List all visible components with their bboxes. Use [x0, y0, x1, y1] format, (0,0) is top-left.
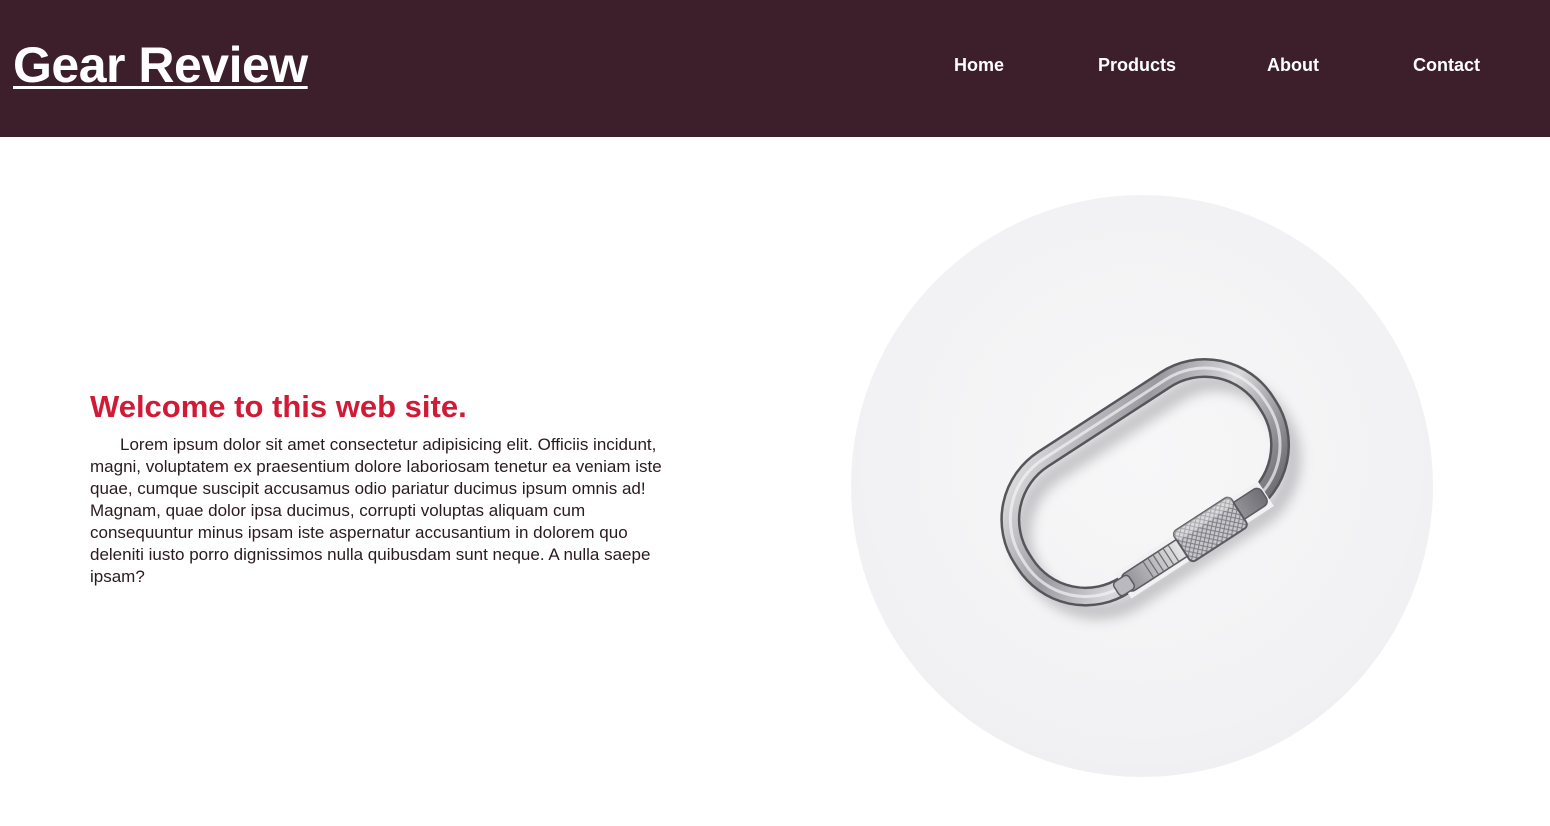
nav-contact-link[interactable]: Contact — [1413, 52, 1480, 78]
nav-products-link[interactable]: Products — [1098, 52, 1176, 78]
nav-home-link[interactable]: Home — [954, 52, 1004, 78]
intro-paragraph: Lorem ipsum dolor sit amet consectetur a… — [90, 435, 662, 586]
carabiner-illustration — [1000, 358, 1302, 620]
welcome-heading: Welcome to this web site. — [90, 389, 467, 424]
main-nav: Home Products About Contact — [0, 52, 1550, 78]
hero-image-carabiner — [851, 195, 1433, 777]
site-header: Gear Review Home Products About Contact — [0, 0, 1550, 137]
intro-section: Welcome to this web site. Lorem ipsum do… — [90, 386, 682, 588]
nav-about-link[interactable]: About — [1267, 52, 1319, 78]
